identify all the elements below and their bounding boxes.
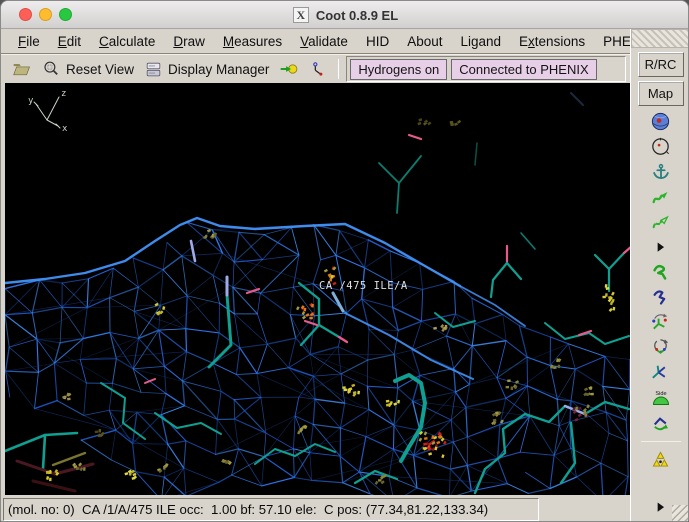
display-manager-icon <box>146 62 161 76</box>
open-folder-icon <box>13 64 30 76</box>
molecular-scene: y z x CA /475 ILE/A <box>5 83 630 495</box>
menu-measures[interactable]: Measures <box>214 31 291 52</box>
toolbar-separator <box>338 59 340 79</box>
main-toolbar: Reset View Display Manager Hydrogens on … <box>1 54 630 83</box>
mutate-residue-icon[interactable] <box>648 448 674 473</box>
svg-text:y: y <box>28 96 34 106</box>
side-chain-180-icon[interactable]: Side <box>648 385 674 410</box>
menu-file[interactable]: File <box>9 31 49 52</box>
status-bar: (mol. no: 0) CA /1/A/475 ILE occ: 1.00 b… <box>1 495 630 521</box>
svg-text:Side: Side <box>655 391 666 397</box>
magnifier-icon <box>44 61 58 75</box>
display-manager-label: Display Manager <box>168 61 270 77</box>
display-sphere-icon[interactable] <box>648 110 674 135</box>
map-button[interactable]: Map <box>637 81 684 106</box>
status-text: (mol. no: 0) CA /1/A/475 ILE occ: 1.00 b… <box>8 501 489 517</box>
atom-info-button[interactable] <box>306 59 331 80</box>
window-title-text: Coot 0.8.9 EL <box>315 7 399 23</box>
coot-window: X Coot 0.8.9 EL File Edit Calculate Draw Mea… <box>0 0 689 522</box>
menu-items: File Edit Calculate Draw Measures Validate HID… <box>1 31 662 52</box>
menu-calculate[interactable]: Calculate <box>90 31 164 52</box>
torsion-general-icon[interactable] <box>648 360 674 385</box>
display-manager-button[interactable]: Display Manager <box>141 59 272 80</box>
real-space-refine-icon[interactable] <box>648 185 674 210</box>
gl-canvas[interactable]: y z x CA /475 ILE/A <box>5 83 630 495</box>
menu-about[interactable]: About <box>398 31 451 52</box>
open-coordinates-button[interactable] <box>9 58 35 80</box>
svg-text:x: x <box>62 124 68 134</box>
resize-grip[interactable] <box>672 505 688 521</box>
go-to-atom-icon <box>281 64 298 74</box>
edit-chi-angles-icon[interactable] <box>648 335 674 360</box>
atom-label: CA /475 ILE/A <box>319 280 408 292</box>
rotate-translate-zone-icon[interactable] <box>648 260 674 285</box>
toolbar-drag-handle[interactable] <box>631 29 688 48</box>
menu-ligand[interactable]: Ligand <box>451 31 510 52</box>
svg-text:z: z <box>61 89 66 99</box>
recentre-view-icon[interactable] <box>648 135 674 160</box>
right-toolbar-panel: R/RC Map Side <box>630 29 688 521</box>
window-title: X Coot 0.8.9 EL <box>1 1 688 29</box>
icon-column-divider <box>640 441 681 442</box>
anchor-restraint-icon[interactable] <box>648 160 674 185</box>
menu-hid[interactable]: HID <box>357 31 398 52</box>
atom-info-icon <box>313 61 323 76</box>
flip-peptide-icon[interactable] <box>648 410 674 435</box>
menu-extensions[interactable]: Extensions <box>510 31 594 52</box>
status-buttons-box: Hydrogens on Connected to PHENIX <box>346 56 626 82</box>
toolbar-overflow-bottom-icon[interactable] <box>648 495 674 520</box>
reset-view-button[interactable]: Reset View <box>39 59 137 80</box>
reset-view-label: Reset View <box>66 61 135 77</box>
go-to-atom-button[interactable] <box>276 58 302 80</box>
rrc-button[interactable]: R/RC <box>637 52 684 77</box>
rotamers-icon[interactable] <box>648 310 674 335</box>
phenix-connection-button[interactable]: Connected to PHENIX <box>451 58 597 80</box>
menu-validate[interactable]: Validate <box>291 31 357 52</box>
status-box: (mol. no: 0) CA /1/A/475 ILE occ: 1.00 b… <box>3 497 539 521</box>
hydrogens-toggle-button[interactable]: Hydrogens on <box>350 58 448 80</box>
title-bar[interactable]: X Coot 0.8.9 EL <box>1 1 688 29</box>
menu-edit[interactable]: Edit <box>49 31 90 52</box>
modelling-icon-column: Side <box>631 110 688 520</box>
menu-draw[interactable]: Draw <box>164 31 214 52</box>
toolbar-overflow-top-icon[interactable] <box>648 235 674 260</box>
x11-icon: X <box>292 7 309 23</box>
regularize-zone-icon[interactable] <box>648 210 674 235</box>
menu-bar: File Edit Calculate Draw Measures Validate HID… <box>1 29 653 54</box>
rigid-body-fit-icon[interactable] <box>648 285 674 310</box>
